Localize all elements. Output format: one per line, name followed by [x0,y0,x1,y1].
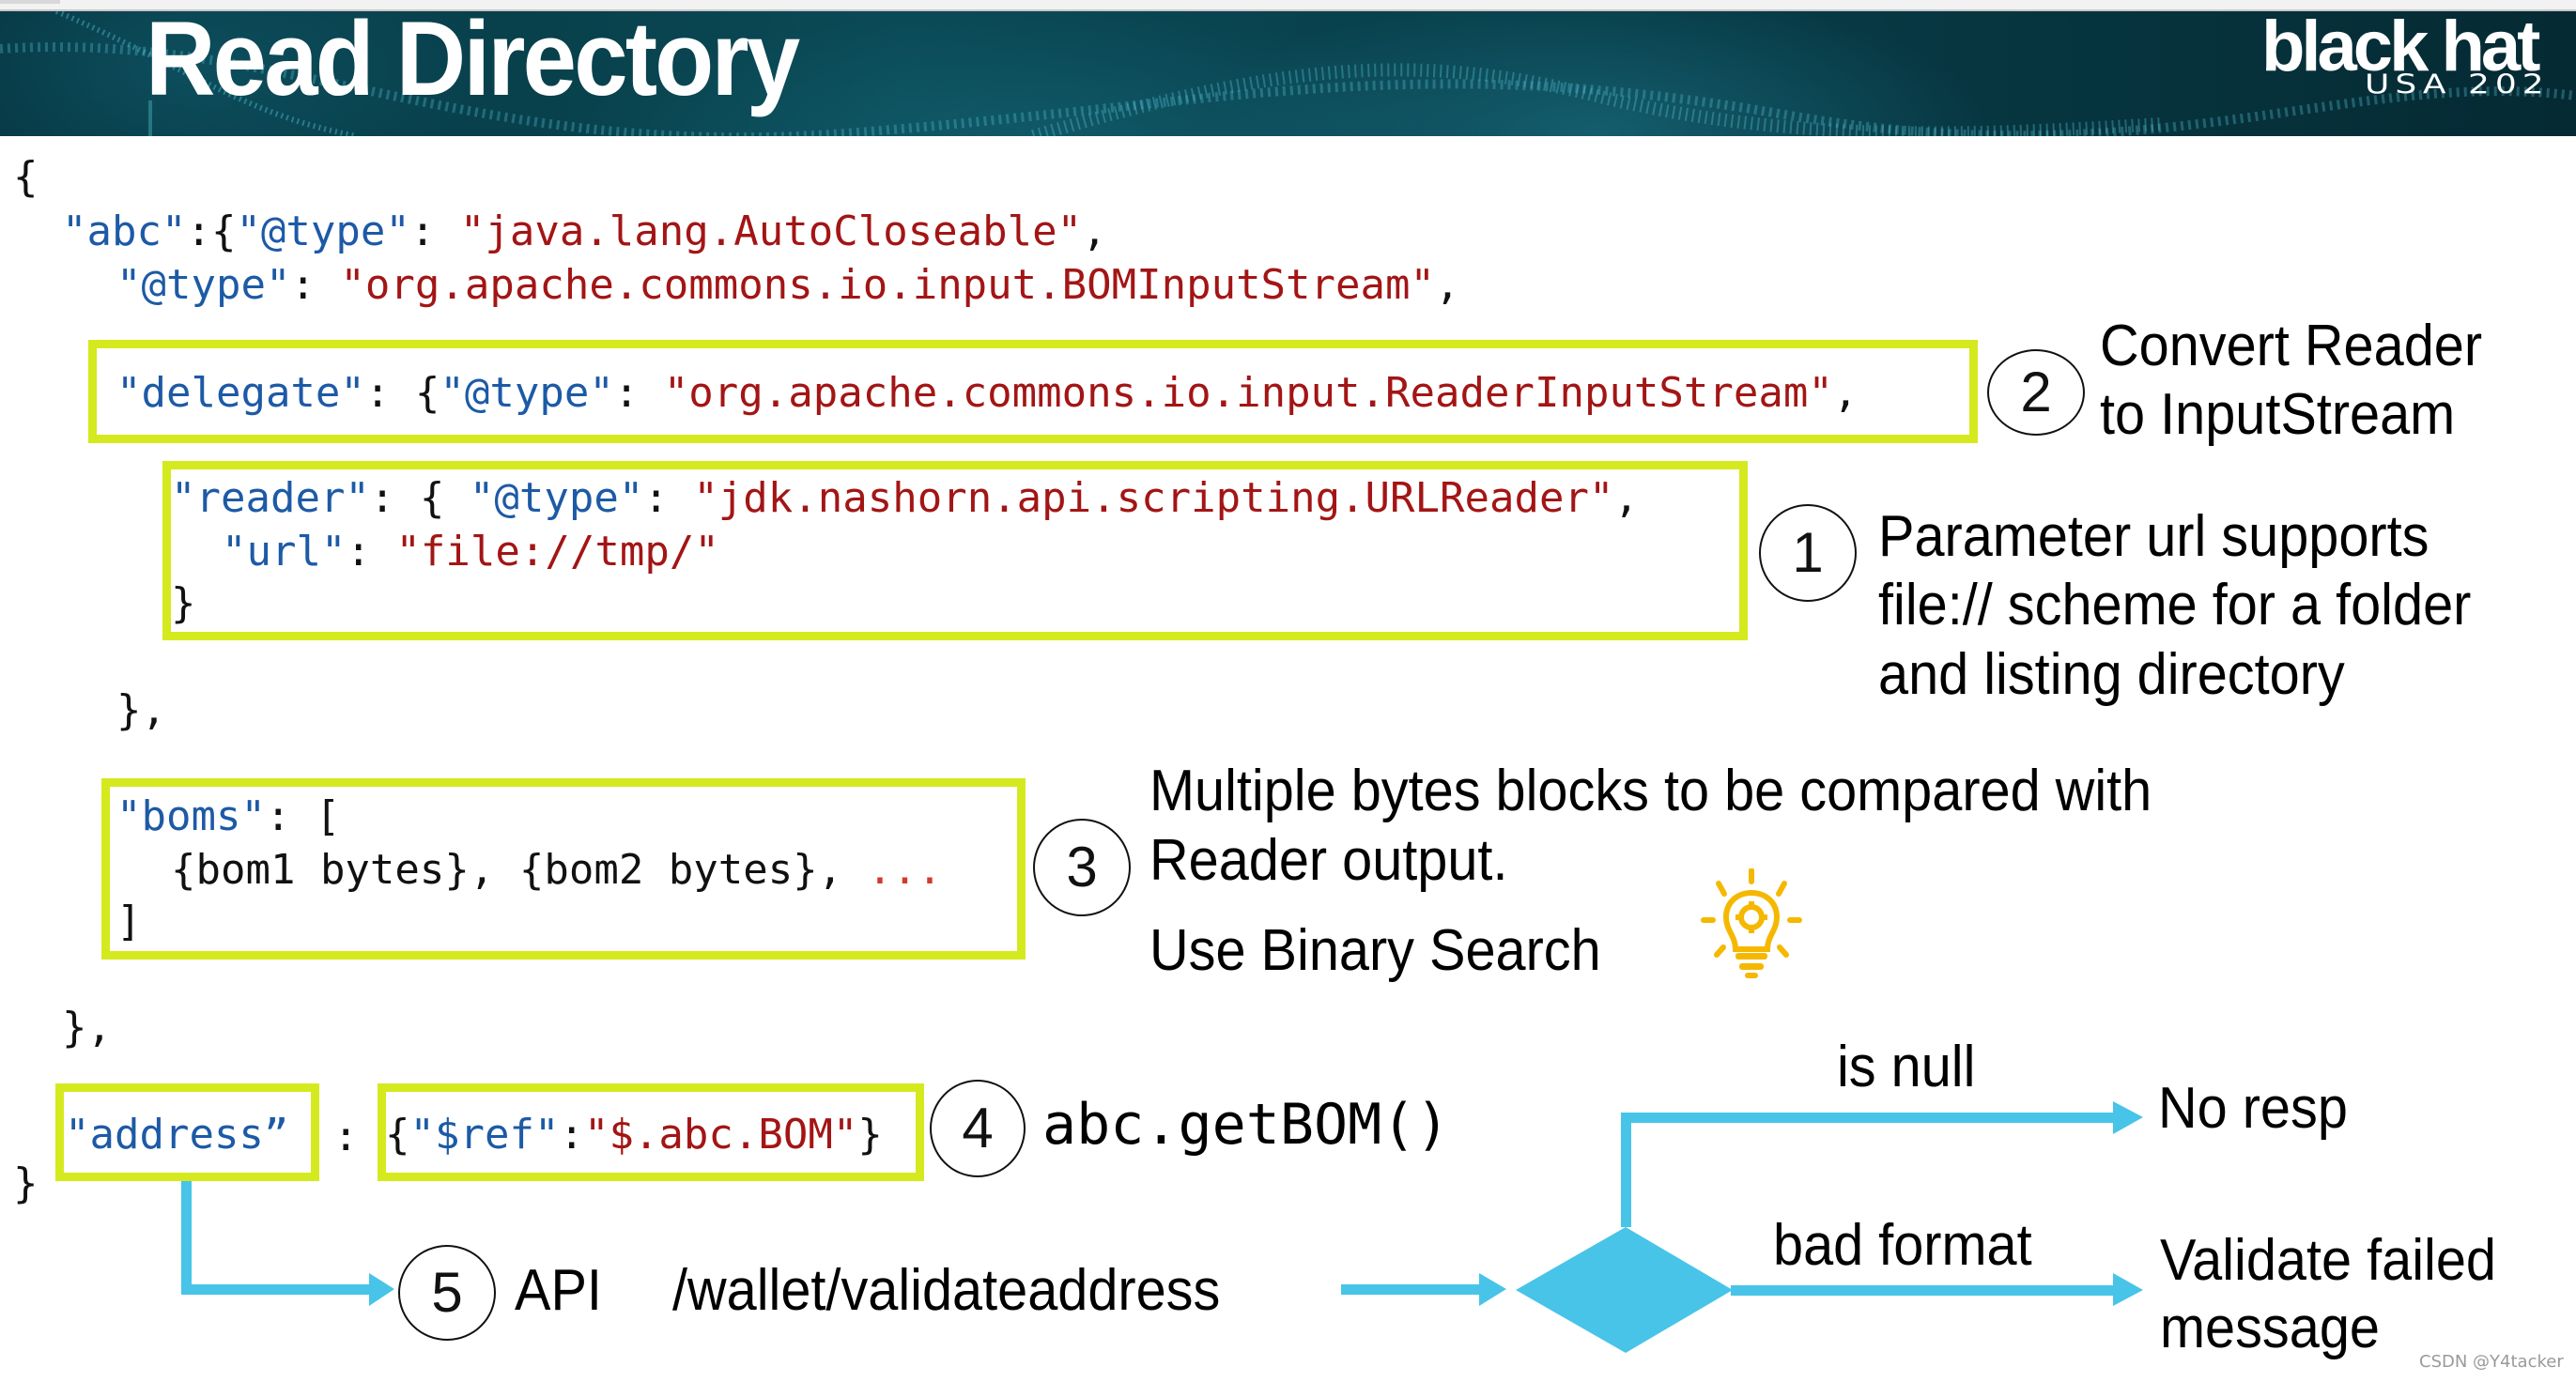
arrow-head-validate-failed [2113,1273,2143,1306]
arrow-api-to-decision [1341,1284,1482,1295]
branch-is-null-label: is null [1837,1035,1976,1099]
arrow-address-vertical [181,1181,192,1294]
arrow-head-to-decision [1479,1273,1506,1306]
decision-diamond [1516,1227,1733,1353]
arrow-head-to-api [369,1273,394,1306]
branch-no-resp-result: No resp [2158,1076,2348,1141]
branch-validate-failed-line-1: Validate failed [2160,1228,2496,1293]
arrow-null-horizontal [1621,1113,2114,1123]
branch-validate-failed-line-2: message [2160,1296,2380,1360]
arrow-address-horizontal [181,1284,369,1295]
watermark: CSDN @Y4tacker [2419,1352,2564,1372]
flow-diagram [181,1101,2143,1353]
branch-bad-format-label: bad format [1773,1213,2032,1278]
arrow-head-no-resp [2113,1101,2143,1134]
arrow-null-vertical [1621,1113,1631,1227]
arrow-bad-format-horizontal [1731,1285,2114,1296]
